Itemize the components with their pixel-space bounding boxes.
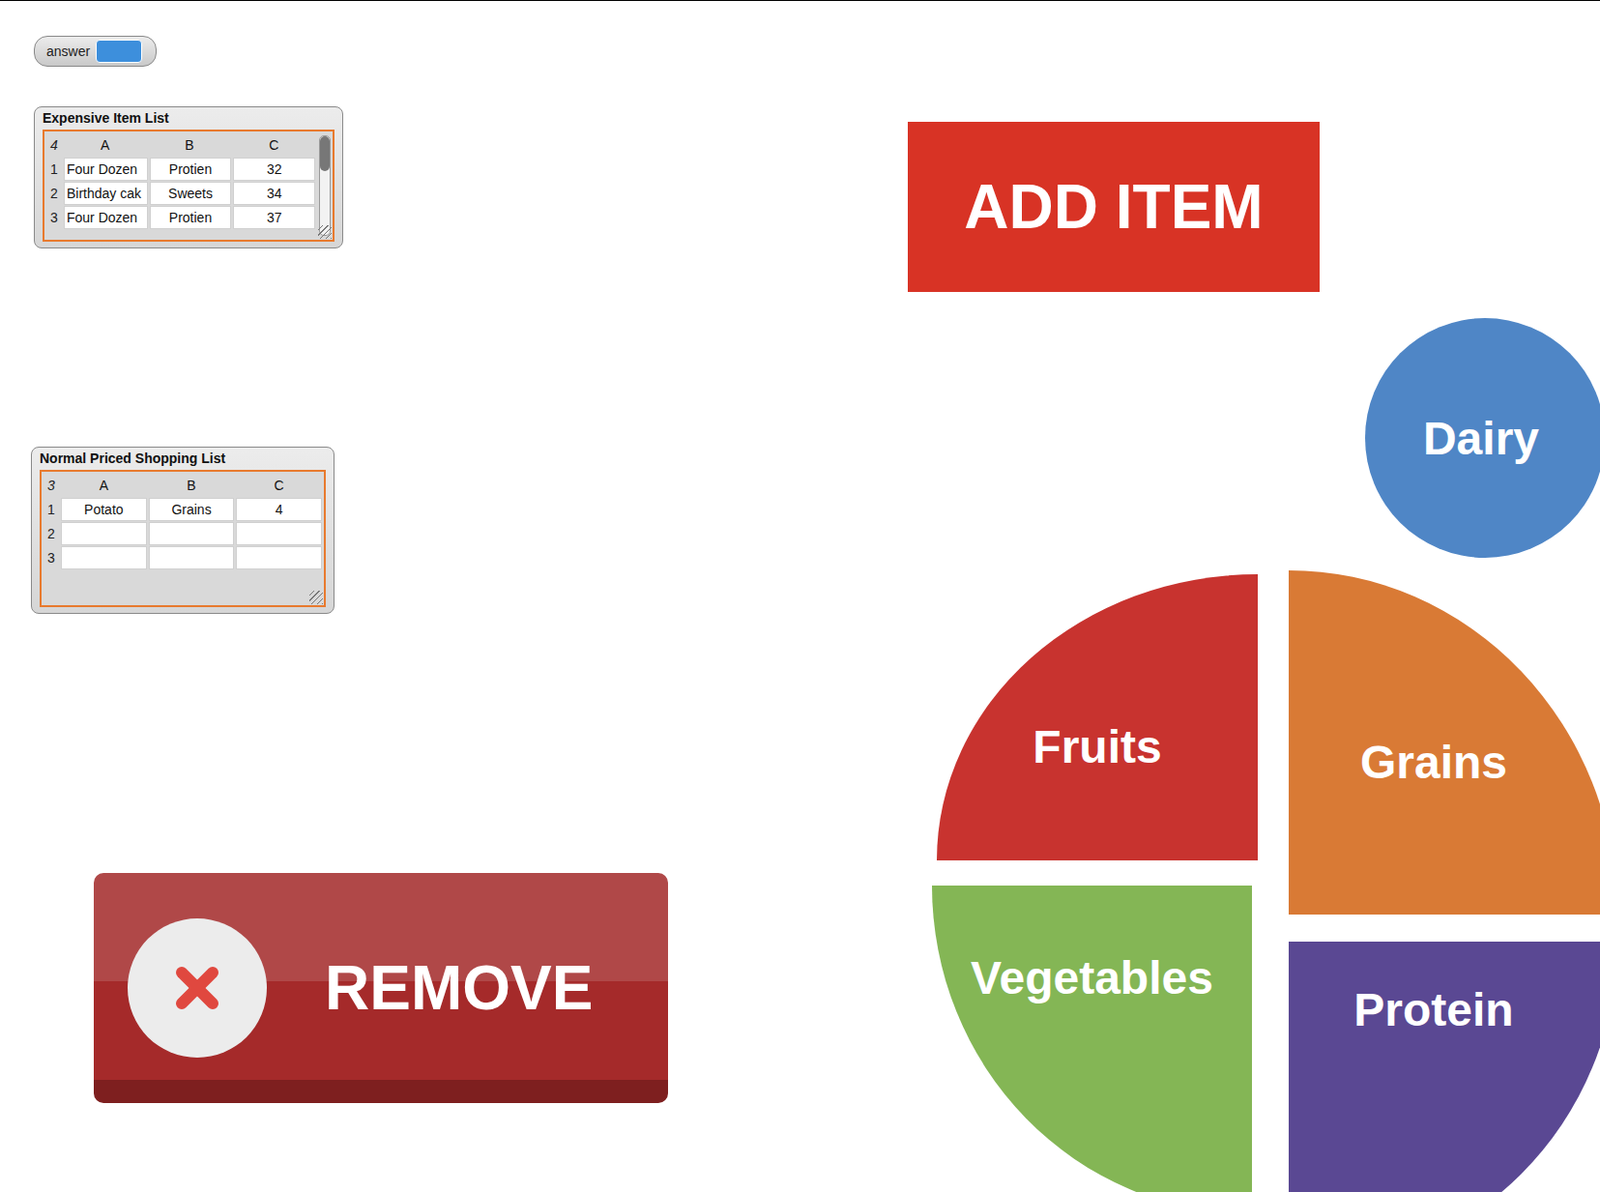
remove-label: REMOVE	[324, 952, 593, 1024]
row-index: 1	[43, 497, 59, 522]
table-cell[interactable]	[148, 546, 235, 570]
table-cell[interactable]: Birthday cak	[63, 181, 148, 205]
column-header: C	[235, 473, 322, 497]
resize-handle[interactable]	[309, 590, 323, 605]
food-group-label: Dairy	[1423, 411, 1540, 466]
food-group-label: Vegetables	[970, 951, 1214, 1005]
table-row: 3	[43, 546, 322, 570]
column-header: A	[63, 133, 146, 157]
row-index: 3	[43, 546, 59, 570]
column-header: C	[232, 133, 316, 157]
add-item-button[interactable]: ADD ITEM	[907, 121, 1320, 292]
row-index: 1	[46, 157, 62, 181]
food-group-label: Grains	[1360, 735, 1508, 789]
header-row: 3 ABC	[43, 473, 322, 497]
list-watcher: Normal Priced Shopping List 3 ABC 1 Pota…	[30, 446, 335, 614]
column-header: A	[60, 473, 147, 497]
remove-button[interactable]: REMOVE	[93, 872, 669, 1104]
table-cell[interactable]: 34	[232, 181, 316, 205]
table-cell[interactable]: Four Dozen	[63, 205, 148, 230]
list-table: 3 ABC 1 PotatoGrains42 3	[39, 469, 326, 608]
table-cell[interactable]	[60, 522, 147, 546]
table-cell[interactable]: Four Dozen	[63, 157, 148, 181]
answer-value	[95, 39, 143, 63]
table-cell[interactable]: Potato	[60, 497, 147, 522]
table-cell[interactable]: Grains	[148, 497, 235, 522]
table-row: 1 Four DozenProtien32	[46, 157, 316, 181]
row-index: 3	[46, 205, 62, 230]
x-icon	[162, 953, 233, 1023]
remove-icon	[127, 918, 267, 1058]
table-cell[interactable]	[148, 522, 235, 546]
food-group-label: Fruits	[1032, 720, 1162, 774]
food-group-button[interactable]: Dairy	[1365, 318, 1600, 558]
table-row: 2	[43, 522, 322, 546]
food-group-button[interactable]: Vegetables	[931, 885, 1252, 1192]
answer-label: answer	[46, 43, 90, 59]
list-watcher: Expensive Item List 4 ABC 1 Four DozenPr…	[33, 106, 344, 249]
table-cell[interactable]: Protien	[149, 205, 233, 230]
food-group-button[interactable]: Fruits	[936, 574, 1258, 861]
table-cell[interactable]: 4	[235, 497, 322, 522]
list-title: Normal Priced Shopping List	[39, 450, 326, 466]
food-group-button[interactable]: Grains	[1288, 570, 1600, 915]
table-cell[interactable]: Protien	[149, 157, 233, 181]
add-item-label: ADD ITEM	[963, 171, 1263, 243]
scroll-thumb[interactable]	[320, 136, 330, 172]
table-cell[interactable]: 37	[232, 205, 316, 230]
answer-watcher: answer	[33, 35, 157, 67]
list-length: 3	[43, 473, 59, 497]
table-cell[interactable]	[60, 546, 147, 570]
header-row: 4 ABC	[46, 133, 316, 157]
table-cell[interactable]	[235, 522, 322, 546]
scrollbar[interactable]	[319, 135, 331, 236]
table-row: 1 PotatoGrains4	[43, 497, 322, 522]
list-table: 4 ABC 1 Four DozenProtien322 Birthday ca…	[42, 129, 335, 242]
list-length: 4	[46, 133, 62, 157]
food-group-label: Protein	[1353, 983, 1513, 1037]
table-row: 2 Birthday cakSweets34	[46, 181, 316, 205]
table-cell[interactable]	[235, 546, 322, 570]
table-row: 3 Four DozenProtien37	[46, 205, 316, 230]
row-index: 2	[46, 181, 62, 205]
column-header: B	[147, 133, 231, 157]
resize-handle[interactable]	[318, 225, 332, 239]
stage: answer Expensive Item List 4 ABC 1 Four …	[0, 0, 1600, 1192]
list-title: Expensive Item List	[42, 110, 335, 126]
table-cell[interactable]: 32	[232, 157, 316, 181]
table-cell[interactable]: Sweets	[149, 181, 233, 205]
column-header: B	[148, 473, 235, 497]
food-group-button[interactable]: Protein	[1288, 941, 1600, 1192]
row-index: 2	[43, 522, 59, 546]
